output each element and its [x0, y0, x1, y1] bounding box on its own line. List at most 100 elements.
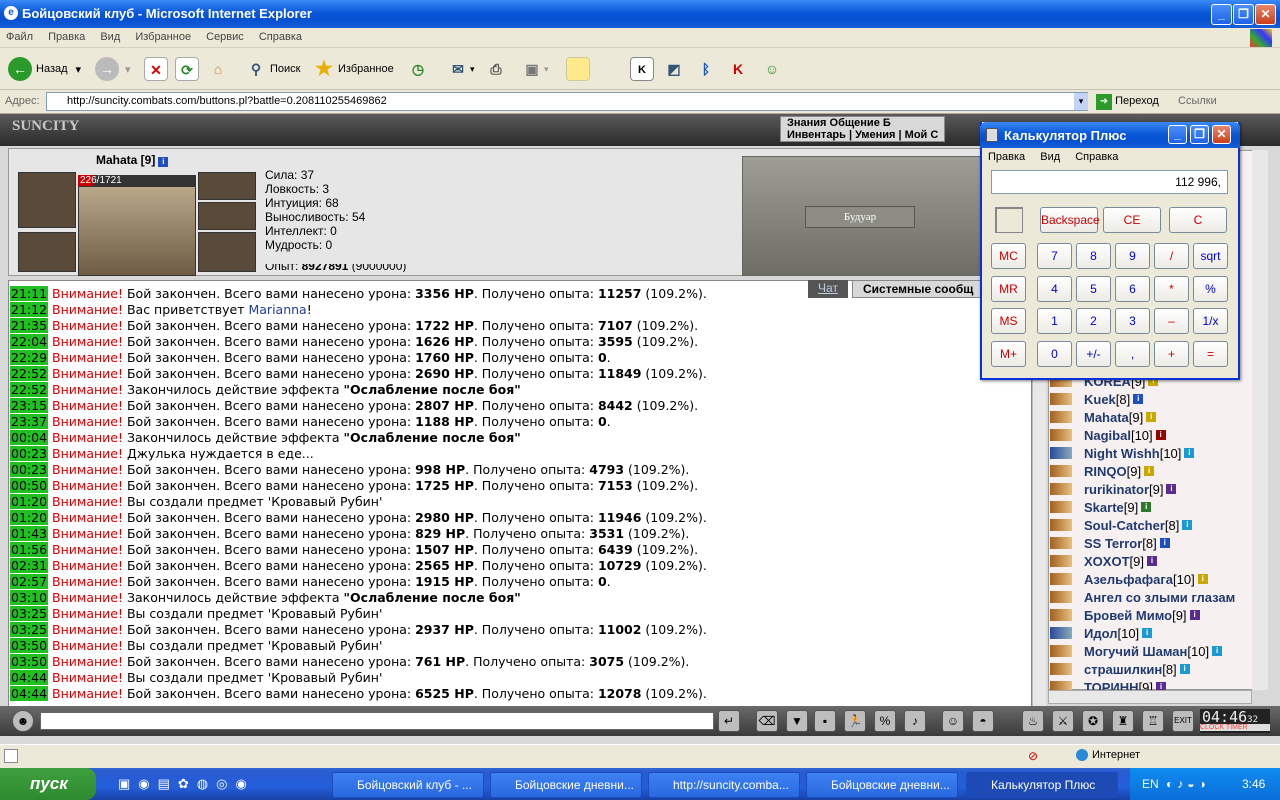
info-icon[interactable]: i	[158, 157, 169, 167]
user-list-item[interactable]: Ангел со злыми глазам	[1050, 588, 1235, 606]
user-info-icon[interactable]: i	[1142, 628, 1153, 638]
armor-icon[interactable]: ♜	[1112, 710, 1134, 732]
calc-c-button[interactable]: C	[1169, 207, 1227, 233]
calc-key-button[interactable]: 7	[1037, 243, 1072, 269]
user-name[interactable]: Nagibal	[1084, 428, 1131, 443]
sword-icon[interactable]: ⚔	[1052, 710, 1074, 732]
forward-button[interactable]: → ▾	[95, 54, 131, 84]
chat-time[interactable]: 23:37	[10, 414, 49, 429]
user-list-item[interactable]: Азельфафага [10] i	[1050, 570, 1208, 588]
chat-time[interactable]: 22:29	[10, 350, 49, 365]
calc-key-button[interactable]: ,	[1115, 341, 1150, 367]
bottle-icon[interactable]: ♨	[1022, 710, 1044, 732]
blocked-icon[interactable]: ⊘	[1028, 749, 1038, 763]
language-indicator[interactable]: EN	[1142, 777, 1159, 791]
calc-key-button[interactable]: =	[1193, 341, 1228, 367]
chat-time[interactable]: 02:31	[10, 558, 49, 573]
user-info-icon[interactable]: i	[1166, 484, 1177, 494]
messenger-button[interactable]: ☺	[760, 54, 784, 84]
user-info-icon[interactable]: i	[1179, 664, 1190, 674]
chat-time[interactable]: 03:25	[10, 606, 49, 621]
calc-key-button[interactable]: 9	[1115, 243, 1150, 269]
quick-launch-icons[interactable]: ▣◉▤✿◍◎◉	[118, 776, 278, 792]
calc-mplus-button[interactable]: M+	[991, 341, 1026, 367]
users-hscrollbar[interactable]	[1048, 690, 1252, 704]
smile-icon[interactable]: ☺	[942, 710, 964, 732]
chat-time[interactable]: 03:25	[10, 622, 49, 637]
exit-icon[interactable]: EXIT	[1172, 710, 1194, 732]
calc-key-button[interactable]: 3	[1115, 308, 1150, 334]
fighter-icon[interactable]: 🏃	[844, 710, 866, 732]
menu-view[interactable]: Вид	[94, 28, 126, 46]
calc-maximize-button[interactable]: ❐	[1190, 125, 1209, 144]
mail-button[interactable]: ✉ ▾	[446, 54, 474, 84]
calc-menu-help[interactable]: Справка	[1075, 151, 1118, 163]
chat-input[interactable]	[40, 712, 714, 730]
calc-key-button[interactable]: –	[1154, 308, 1189, 334]
user-info-icon[interactable]: i	[1133, 394, 1144, 404]
address-dropdown-icon[interactable]: ▾	[1074, 93, 1088, 110]
menu-file[interactable]: Файл	[0, 28, 39, 46]
bluetooth-button[interactable]: ᛒ	[694, 54, 718, 84]
address-input[interactable]: http://suncity.combats.com/buttons.pl?ba…	[46, 92, 1088, 111]
chat-time[interactable]: 04:44	[10, 686, 49, 701]
user-info-icon[interactable]: i	[1146, 412, 1157, 422]
calc-key-button[interactable]: %	[1193, 276, 1228, 302]
chat-time[interactable]: 01:20	[10, 494, 49, 509]
calc-key-button[interactable]: 4	[1037, 276, 1072, 302]
close-button[interactable]: ✕	[1255, 4, 1276, 25]
user-info-icon[interactable]: i	[1182, 520, 1193, 530]
user-list-item[interactable]: Kuek [8] i	[1050, 390, 1144, 408]
chat-time[interactable]: 01:20	[10, 510, 49, 525]
calc-key-button[interactable]: *	[1154, 276, 1189, 302]
links-label[interactable]: Ссылки	[1178, 95, 1217, 107]
calc-mr-button[interactable]: MR	[991, 276, 1026, 302]
emblem-icon[interactable]: ✪	[1082, 710, 1104, 732]
chat-time[interactable]: 04:44	[10, 670, 49, 685]
game-nav-row2[interactable]: Инвентарь | Умения | Мой С	[781, 129, 944, 141]
bracers-slot[interactable]	[18, 232, 76, 272]
user-list-item[interactable]: Night Wishh [10] i	[1050, 444, 1195, 462]
calc-ms-button[interactable]: MS	[991, 308, 1026, 334]
back-button[interactable]: ← Назад ▾	[8, 54, 81, 84]
calc-mc-button[interactable]: MC	[991, 243, 1026, 269]
chat-time[interactable]: 03:10	[10, 590, 49, 605]
user-info-icon[interactable]: i	[1159, 538, 1170, 548]
user-name[interactable]: RINQO	[1084, 464, 1127, 479]
calc-close-button[interactable]: ✕	[1212, 125, 1231, 144]
calc-key-button[interactable]: 6	[1115, 276, 1150, 302]
user-name[interactable]: Бровей Мимо	[1084, 608, 1172, 623]
calc-minimize-button[interactable]: _	[1168, 125, 1187, 144]
chat-time[interactable]: 22:04	[10, 334, 49, 349]
gloves-slot[interactable]	[198, 232, 256, 272]
edit-button[interactable]: ▣ ▾	[520, 54, 548, 84]
sound-icon[interactable]: ♪	[904, 710, 926, 732]
user-list-item[interactable]: RINQO [9] i	[1050, 462, 1155, 480]
chat-time[interactable]: 21:12	[10, 302, 49, 317]
user-list-item[interactable]: Skarte [9] i	[1050, 498, 1152, 516]
calc-key-button[interactable]: 8	[1076, 243, 1111, 269]
k-button[interactable]: K	[630, 54, 654, 84]
user-name[interactable]: Mahata	[1084, 410, 1129, 425]
user-list-item[interactable]: Бровей Мимо [9] i	[1050, 606, 1200, 624]
calc-key-button[interactable]: +/-	[1076, 341, 1111, 367]
chat-nick[interactable]: Marianna	[248, 302, 306, 317]
chat-time[interactable]: 00:50	[10, 478, 49, 493]
calc-ce-button[interactable]: CE	[1103, 207, 1161, 233]
user-name[interactable]: XOXOT	[1084, 554, 1130, 569]
menu-help[interactable]: Справка	[253, 28, 308, 46]
user-name[interactable]: страшилкин	[1084, 662, 1162, 677]
user-info-icon[interactable]: i	[1212, 646, 1223, 656]
stop-button[interactable]: ✕	[144, 54, 168, 84]
chat-time[interactable]: 23:15	[10, 398, 49, 413]
chat-time[interactable]: 22:52	[10, 382, 49, 397]
helmet-icon[interactable]: ◓	[972, 710, 994, 732]
user-name[interactable]: Skarte	[1084, 500, 1124, 515]
calc-key-button[interactable]: 1	[1037, 308, 1072, 334]
calc-key-button[interactable]: 2	[1076, 308, 1111, 334]
user-info-icon[interactable]: i	[1141, 502, 1152, 512]
user-info-icon[interactable]: i	[1155, 430, 1166, 440]
minimize-button[interactable]: _	[1211, 4, 1232, 25]
start-button[interactable]: пуск	[0, 768, 96, 800]
chat-time[interactable]: 03:50	[10, 638, 49, 653]
